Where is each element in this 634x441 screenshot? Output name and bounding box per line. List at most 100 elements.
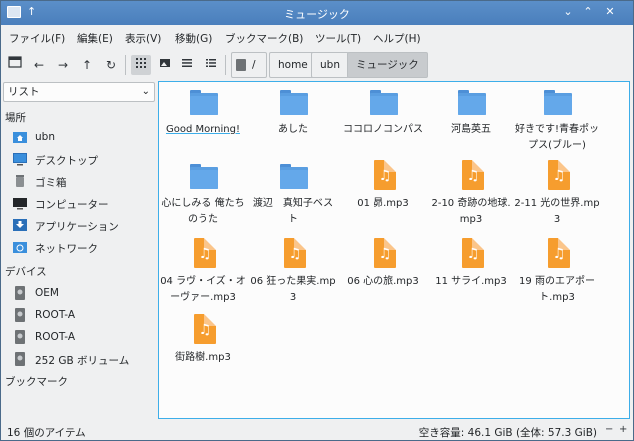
sidebar-device-oem[interactable]: OEM <box>13 284 153 304</box>
statusbar: 16 個のアイテム 空き容量: 46.1 GiB (全体: 57.3 GiB) … <box>1 420 633 441</box>
audio-file-icon: ♫ <box>278 238 308 268</box>
sidebar-item-home[interactable]: ubn <box>13 128 153 148</box>
up-icon[interactable]: ↑ <box>77 55 97 75</box>
close-button[interactable]: ✕ <box>603 5 617 19</box>
thumbnail-view-icon[interactable] <box>155 55 175 75</box>
file-item[interactable]: ♫ 2-11 光の世界.mp3 <box>513 160 601 228</box>
sidebar-device-root-a-2[interactable]: ROOT-A <box>13 328 153 348</box>
computer-icon <box>13 198 27 210</box>
file-item[interactable]: ココロノコンパス <box>339 86 427 138</box>
file-item[interactable]: あした <box>249 86 337 138</box>
sidebar-item-trash[interactable]: ゴミ箱 <box>13 172 153 192</box>
menu-bookmarks[interactable]: ブックマーク(B) <box>225 31 303 46</box>
drive-icon <box>15 286 25 300</box>
breadcrumb-home[interactable]: home <box>269 52 317 78</box>
file-item[interactable]: ♫ 06 心の旅.mp3 <box>339 238 427 290</box>
zoom-out-icon[interactable]: − <box>605 424 613 435</box>
file-item[interactable]: ♫ 01 昴.mp3 <box>339 160 427 212</box>
icon-view-icon[interactable] <box>131 55 151 75</box>
audio-file-icon: ♫ <box>456 160 486 190</box>
item-count: 16 個のアイテム <box>7 427 86 439</box>
reload-icon[interactable]: ↻ <box>101 55 121 75</box>
menu-tools[interactable]: ツール(T) <box>315 31 361 46</box>
file-item[interactable]: ♫ 04 ラヴ・イズ・オーヴァー.mp3 <box>159 238 247 306</box>
file-item[interactable]: 好きです!青春ポップス(ブルー) <box>513 86 601 154</box>
file-item[interactable]: ♫ 11 サライ.mp3 <box>427 238 515 290</box>
side-pane-mode-value: リスト <box>8 86 40 98</box>
breadcrumb-ubn[interactable]: ubn <box>311 52 349 78</box>
file-name: 01 昴.mp3 <box>357 198 409 209</box>
sidebar-item-label: ゴミ箱 <box>35 177 67 189</box>
titlebar[interactable]: ↑ ミュージック ⌄ ⌃ ✕ <box>1 1 633 25</box>
bookmarks-header: ブックマーク <box>5 376 68 388</box>
window-title: ミュージック <box>284 8 350 21</box>
file-item[interactable]: ♫ 06 狂った果実.mp3 <box>249 238 337 306</box>
menu-help[interactable]: ヘルプ(H) <box>373 31 421 46</box>
file-name: 11 サライ.mp3 <box>435 276 507 287</box>
minimize-button[interactable]: ⌄ <box>561 5 575 19</box>
audio-file-icon: ♫ <box>542 238 572 268</box>
drive-icon <box>15 308 25 322</box>
audio-file-icon: ♫ <box>188 238 218 268</box>
new-tab-icon[interactable] <box>5 55 25 75</box>
sidebar-device-root-a-1[interactable]: ROOT-A <box>13 306 153 326</box>
menu-go[interactable]: 移動(G) <box>175 31 212 46</box>
back-icon[interactable]: ← <box>29 55 49 75</box>
chevron-down-icon: ⌄ <box>141 86 150 97</box>
zoom-in-icon[interactable]: + <box>619 424 627 435</box>
drive-icon <box>236 59 246 71</box>
file-name: 04 ラヴ・イズ・オーヴァー.mp3 <box>160 276 246 303</box>
menubar: ファイル(F) 編集(E) 表示(V) 移動(G) ブックマーク(B) ツール(… <box>1 25 633 49</box>
file-name: Good Morning! <box>165 124 240 135</box>
detail-list-icon[interactable] <box>201 55 221 75</box>
network-folder-icon <box>13 242 27 253</box>
toolbar: ← → ↑ ↻ / home ubn ミュージック <box>1 49 633 81</box>
desktop-icon <box>13 153 27 166</box>
sidebar: 場所 ubn デスクトップ ゴミ箱 コンピューター アプリケーション ネットワー… <box>1 104 157 420</box>
breadcrumb-music[interactable]: ミュージック <box>347 52 428 78</box>
side-pane-mode-select[interactable]: リスト ⌄ <box>3 82 155 102</box>
sidebar-item-label: デスクトップ <box>35 155 98 167</box>
file-item[interactable]: ♫ 2-10 奇跡の地球.mp3 <box>427 160 515 228</box>
sidebar-item-label: ubn <box>35 131 55 143</box>
sidebar-item-computer[interactable]: コンピューター <box>13 194 153 214</box>
file-item[interactable]: Good Morning! <box>159 86 247 138</box>
menu-edit[interactable]: 編集(E) <box>77 31 113 46</box>
forward-icon[interactable]: → <box>53 55 73 75</box>
maximize-button[interactable]: ⌃ <box>581 5 595 19</box>
drive-icon <box>15 352 25 366</box>
home-folder-icon <box>13 132 27 143</box>
file-item[interactable]: 渡辺 真知子ベスト <box>249 160 337 228</box>
sidebar-item-desktop[interactable]: デスクトップ <box>13 150 153 170</box>
audio-file-icon: ♫ <box>542 160 572 190</box>
file-item[interactable]: 心にしみる 俺たちのうた <box>159 160 247 228</box>
compact-view-icon[interactable] <box>177 55 197 75</box>
folder-icon <box>188 86 218 116</box>
file-name: 2-10 奇跡の地球.mp3 <box>431 198 511 225</box>
sidebar-item-label: OEM <box>35 287 59 299</box>
sidebar-item-network[interactable]: ネットワーク <box>13 238 153 258</box>
audio-file-icon: ♫ <box>368 238 398 268</box>
file-name: 06 狂った果実.mp3 <box>250 276 336 303</box>
file-name: ココロノコンパス <box>343 124 423 135</box>
file-name: 街路樹.mp3 <box>175 352 231 363</box>
breadcrumb-root[interactable]: / <box>231 52 267 78</box>
folder-icon <box>542 86 572 116</box>
file-item[interactable]: ♫ 街路樹.mp3 <box>159 314 247 366</box>
file-name: 2-11 光の世界.mp3 <box>514 198 600 225</box>
file-view[interactable]: Good Morning! あした ココロノコンパス 河島英五 好きです!青春ポ… <box>158 81 630 419</box>
drive-icon <box>15 330 25 344</box>
file-manager-window: ↑ ミュージック ⌄ ⌃ ✕ ファイル(F) 編集(E) 表示(V) 移動(G)… <box>0 0 634 441</box>
audio-file-icon: ♫ <box>456 238 486 268</box>
menu-view[interactable]: 表示(V) <box>125 31 161 46</box>
sidebar-item-applications[interactable]: アプリケーション <box>13 216 153 236</box>
file-item[interactable]: ♫ 19 雨のエアポート.mp3 <box>513 238 601 306</box>
sidebar-item-label: アプリケーション <box>35 221 119 233</box>
applications-icon <box>13 219 27 231</box>
devices-header: デバイス <box>5 266 47 278</box>
sidebar-device-volume[interactable]: 252 GB ボリューム <box>13 350 153 370</box>
audio-file-icon: ♫ <box>188 314 218 344</box>
folder-icon <box>278 86 308 116</box>
file-item[interactable]: 河島英五 <box>427 86 515 138</box>
menu-file[interactable]: ファイル(F) <box>9 31 65 46</box>
